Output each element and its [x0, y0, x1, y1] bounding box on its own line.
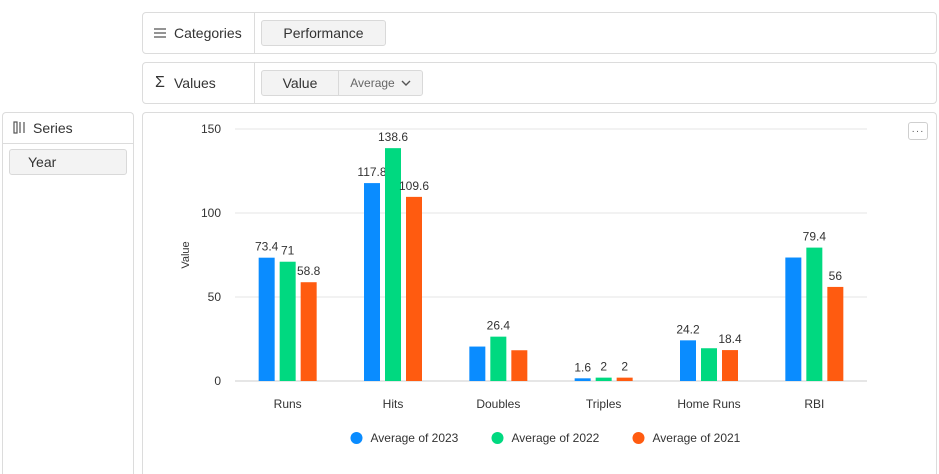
data-label: 58.8 [297, 264, 321, 278]
bar [722, 350, 738, 381]
bar [574, 378, 591, 381]
y-tick-label: 0 [214, 374, 221, 388]
series-divider [3, 143, 133, 144]
bar [279, 261, 296, 381]
chevron-down-icon [401, 80, 411, 86]
x-tick-label: Hits [383, 397, 404, 411]
category-field-label: Performance [283, 25, 364, 41]
x-tick-label: Runs [274, 397, 302, 411]
value-field-label: Value [262, 71, 339, 95]
bar [827, 286, 844, 381]
bar [469, 346, 486, 381]
bar [701, 348, 717, 381]
value-field-chip[interactable]: Value Average [261, 70, 423, 96]
list-icon [153, 26, 167, 40]
series-label: Series [33, 120, 73, 136]
x-tick-label: Doubles [476, 397, 520, 411]
categories-label: Categories [174, 25, 242, 41]
legend-label: Average of 2021 [653, 431, 741, 445]
bar [785, 257, 802, 381]
bar [511, 350, 528, 381]
data-label: 26.4 [487, 319, 511, 333]
x-tick-label: RBI [804, 397, 824, 411]
data-label: 138.6 [378, 130, 408, 144]
data-label: 56 [829, 269, 843, 283]
sigma-icon: Σ [155, 74, 165, 91]
aggregation-label: Average [350, 76, 395, 90]
series-field-label: Year [28, 154, 57, 170]
category-field-chip[interactable]: Performance [261, 20, 386, 46]
bar-chart: 0 50 100 150 Value 73.4 7158.8 Runs 117.8 138.6 10… [180, 122, 867, 445]
series-drop-zone[interactable]: Series Year [2, 112, 134, 474]
x-tick-label: Home Runs [677, 397, 740, 411]
values-label: Values [174, 75, 216, 91]
data-label: 1.6 [574, 360, 591, 374]
legend-marker [350, 432, 363, 444]
legend-marker [632, 432, 645, 444]
y-tick-label: 100 [201, 206, 221, 220]
data-label: 109.6 [399, 179, 429, 193]
legend-label: Average of 2022 [512, 431, 600, 445]
y-tick-label: 50 [208, 290, 222, 304]
bar [258, 257, 275, 381]
data-label: 24.2 [676, 322, 700, 336]
x-tick-label: Triples [586, 397, 622, 411]
bar [364, 183, 380, 381]
data-label: 79.4 [803, 230, 827, 244]
values-zone-label: Σ Values [143, 63, 255, 103]
series-zone-label: Series [13, 120, 73, 136]
bar [595, 377, 612, 381]
bar [490, 336, 507, 381]
bar [806, 247, 823, 381]
columns-icon [13, 121, 27, 135]
categories-drop-zone[interactable]: Categories Performance [142, 12, 937, 54]
data-label: 2 [621, 360, 628, 374]
y-axis-title: Value [180, 241, 192, 268]
aggregation-dropdown[interactable]: Average [339, 76, 422, 90]
data-label: 71 [281, 244, 295, 258]
data-label: 73.4 [255, 240, 279, 254]
bar [680, 340, 696, 381]
data-label: 117.8 [357, 165, 386, 179]
series-field-chip[interactable]: Year [9, 149, 127, 175]
values-drop-zone[interactable]: Σ Values Value Average [142, 62, 937, 104]
data-label: 18.4 [718, 332, 742, 346]
bar [616, 377, 633, 381]
data-label: 2 [600, 360, 607, 374]
categories-zone-label: Categories [143, 13, 255, 53]
legend-label: Average of 2023 [371, 431, 459, 445]
bar [300, 282, 317, 381]
legend-marker [491, 432, 504, 444]
bar [406, 196, 422, 381]
y-tick-label: 150 [201, 122, 221, 136]
